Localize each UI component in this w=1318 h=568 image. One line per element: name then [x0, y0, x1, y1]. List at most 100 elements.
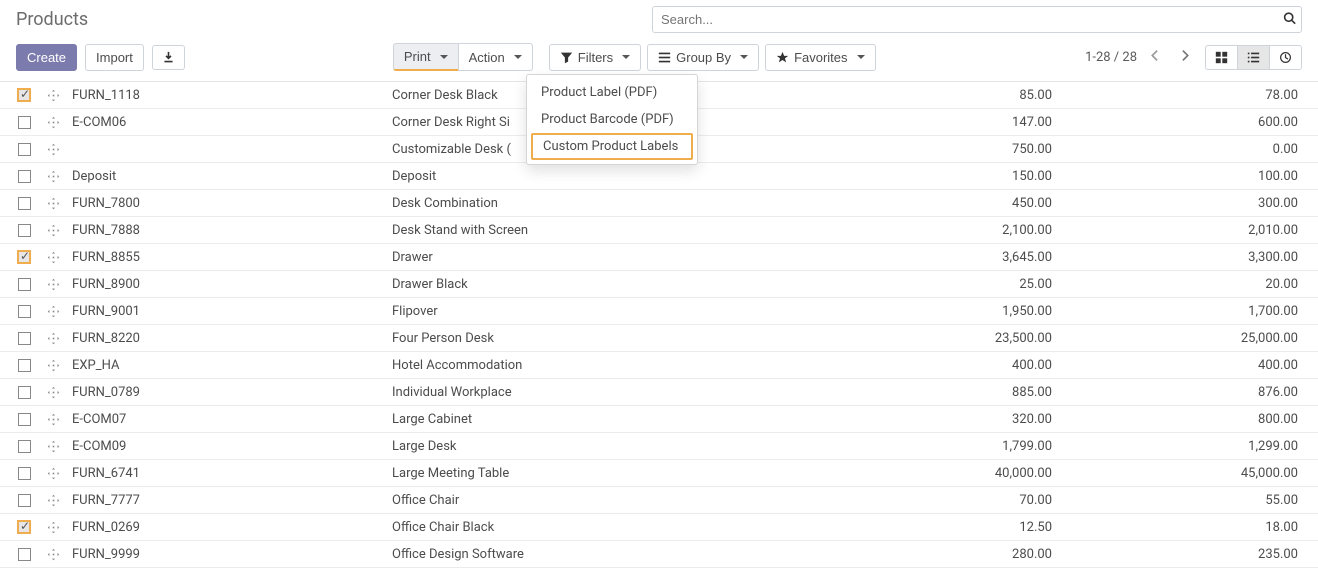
row-drag-handle[interactable]	[38, 170, 68, 183]
row-drag-handle[interactable]	[38, 359, 68, 372]
table-row[interactable]: FURN_7888Desk Stand with Screen2,100.002…	[0, 217, 1318, 244]
row-reference: FURN_7888	[68, 223, 392, 238]
row-product-name: Drawer	[392, 250, 822, 265]
table-row[interactable]: FURN_7800Desk Combination450.00300.00	[0, 190, 1318, 217]
row-sales-price: 750.00	[822, 142, 1062, 157]
drag-handle-icon	[47, 197, 60, 210]
row-checkbox-cell	[10, 467, 38, 480]
table-row[interactable]: FURN_0269Office Chair Black12.5018.00	[0, 514, 1318, 541]
table-row[interactable]: FURN_9001Flipover1,950.001,700.00	[0, 298, 1318, 325]
row-drag-handle[interactable]	[38, 440, 68, 453]
row-sales-price: 23,500.00	[822, 331, 1062, 346]
table-row[interactable]: FURN_8855Drawer3,645.003,300.00	[0, 244, 1318, 271]
table-row[interactable]: FURN_6741Large Meeting Table40,000.0045,…	[0, 460, 1318, 487]
row-drag-handle[interactable]	[38, 197, 68, 210]
row-drag-handle[interactable]	[38, 521, 68, 534]
row-checkbox[interactable]	[18, 413, 31, 426]
row-checkbox[interactable]	[18, 278, 31, 291]
table-row[interactable]: FURN_8900Drawer Black25.0020.00	[0, 271, 1318, 298]
row-drag-handle[interactable]	[38, 494, 68, 507]
row-drag-handle[interactable]	[38, 386, 68, 399]
row-drag-handle[interactable]	[38, 224, 68, 237]
table-row[interactable]: EXP_HAHotel Accommodation400.00400.00	[0, 352, 1318, 379]
row-checkbox[interactable]	[18, 143, 31, 156]
print-menu-button[interactable]: Print	[393, 43, 459, 71]
filters-button[interactable]: Filters	[549, 44, 641, 71]
row-reference: FURN_7777	[68, 493, 392, 508]
pager-prev[interactable]	[1145, 45, 1166, 70]
filters-label: Filters	[578, 50, 613, 65]
drag-handle-icon	[47, 413, 60, 426]
row-drag-handle[interactable]	[38, 278, 68, 291]
download-button[interactable]	[152, 45, 185, 70]
row-drag-handle[interactable]	[38, 467, 68, 480]
row-checkbox[interactable]	[18, 467, 31, 480]
pager-next[interactable]	[1174, 45, 1195, 70]
row-reference: FURN_0269	[68, 520, 392, 535]
print-menu-item[interactable]: Product Label (PDF)	[527, 79, 697, 106]
table-row[interactable]: E-COM09Large Desk1,799.001,299.00	[0, 433, 1318, 460]
row-checkbox[interactable]	[18, 224, 31, 237]
row-cost: 800.00	[1062, 412, 1306, 427]
row-reference: FURN_0789	[68, 385, 392, 400]
kanban-icon	[1215, 51, 1228, 64]
row-drag-handle[interactable]	[38, 305, 68, 318]
row-checkbox[interactable]	[18, 359, 31, 372]
search-input[interactable]	[652, 6, 1302, 33]
row-checkbox[interactable]	[18, 548, 31, 561]
row-reference: Deposit	[68, 169, 392, 184]
row-product-name: Office Chair Black	[392, 520, 822, 535]
row-sales-price: 2,100.00	[822, 223, 1062, 238]
row-drag-handle[interactable]	[38, 548, 68, 561]
view-kanban-button[interactable]	[1205, 45, 1238, 70]
pager: 1-28 / 28	[1085, 45, 1195, 70]
row-checkbox[interactable]	[18, 170, 31, 183]
row-checkbox[interactable]	[18, 197, 31, 210]
row-checkbox[interactable]	[17, 88, 31, 102]
row-product-name: Office Design Software	[392, 547, 822, 562]
row-sales-price: 400.00	[822, 358, 1062, 373]
favorites-button[interactable]: Favorites	[765, 44, 875, 71]
row-sales-price: 3,645.00	[822, 250, 1062, 265]
group-by-label: Group By	[676, 50, 731, 65]
row-cost: 0.00	[1062, 142, 1306, 157]
row-drag-handle[interactable]	[38, 143, 68, 156]
action-menu-button[interactable]: Action	[458, 43, 533, 71]
row-drag-handle[interactable]	[38, 89, 68, 102]
pager-text: 1-28 / 28	[1085, 50, 1137, 65]
row-reference: FURN_8900	[68, 277, 392, 292]
view-list-button[interactable]	[1237, 45, 1270, 70]
table-row[interactable]: E-COM07Large Cabinet320.00800.00	[0, 406, 1318, 433]
row-checkbox[interactable]	[18, 305, 31, 318]
row-reference: E-COM06	[68, 115, 392, 130]
row-checkbox[interactable]	[17, 250, 31, 264]
drag-handle-icon	[47, 467, 60, 480]
row-checkbox[interactable]	[18, 332, 31, 345]
print-menu-item[interactable]: Product Barcode (PDF)	[527, 106, 697, 133]
row-drag-handle[interactable]	[38, 251, 68, 264]
create-button[interactable]: Create	[16, 44, 77, 71]
import-button[interactable]: Import	[85, 44, 144, 71]
row-checkbox[interactable]	[18, 494, 31, 507]
row-cost: 78.00	[1062, 88, 1306, 103]
print-menu-item-highlighted[interactable]: Custom Product Labels	[531, 133, 693, 160]
row-checkbox[interactable]	[18, 116, 31, 129]
row-checkbox[interactable]	[18, 440, 31, 453]
chevron-left-icon	[1149, 49, 1162, 62]
row-checkbox[interactable]	[17, 520, 31, 534]
search-icon[interactable]	[1283, 11, 1296, 28]
row-checkbox-cell	[10, 224, 38, 237]
row-checkbox-cell	[10, 332, 38, 345]
table-row[interactable]: FURN_9999Office Design Software280.00235…	[0, 541, 1318, 568]
row-drag-handle[interactable]	[38, 116, 68, 129]
table-row[interactable]: DepositDeposit150.00100.00	[0, 163, 1318, 190]
row-checkbox[interactable]	[18, 386, 31, 399]
table-row[interactable]: FURN_8220Four Person Desk23,500.0025,000…	[0, 325, 1318, 352]
table-row[interactable]: FURN_7777Office Chair70.0055.00	[0, 487, 1318, 514]
row-checkbox-cell	[10, 413, 38, 426]
table-row[interactable]: FURN_0789Individual Workplace885.00876.0…	[0, 379, 1318, 406]
row-drag-handle[interactable]	[38, 413, 68, 426]
group-by-button[interactable]: Group By	[647, 44, 759, 71]
view-activity-button[interactable]	[1269, 45, 1302, 70]
row-drag-handle[interactable]	[38, 332, 68, 345]
